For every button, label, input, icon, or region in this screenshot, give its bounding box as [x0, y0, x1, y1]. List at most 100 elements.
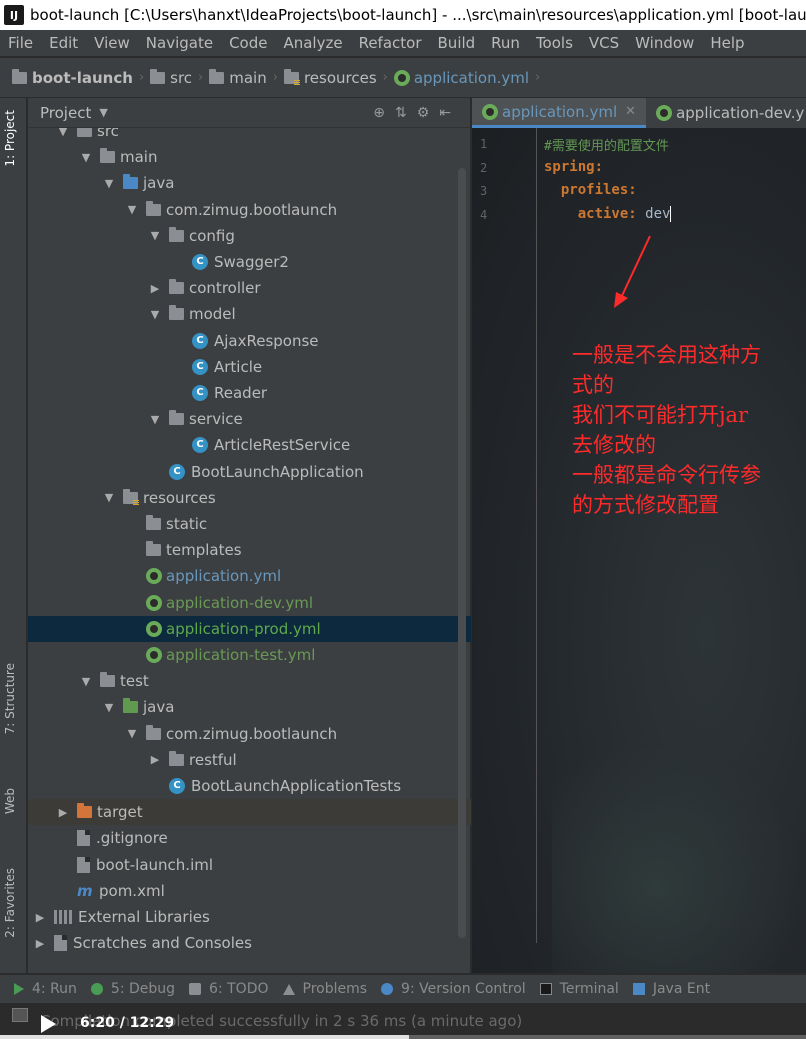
- menu-build[interactable]: Build: [430, 34, 484, 52]
- chevron-down-icon[interactable]: ▼: [101, 701, 117, 714]
- tree-item[interactable]: static: [28, 511, 471, 537]
- chevron-down-icon[interactable]: ▼: [124, 203, 140, 216]
- close-icon[interactable]: ✕: [625, 104, 636, 119]
- chevron-down-icon[interactable]: ▼: [101, 177, 117, 190]
- tree-item[interactable]: C ArticleRestService: [28, 432, 471, 458]
- test-folder-icon: [123, 698, 138, 714]
- tree-item[interactable]: ▼ com.zimug.bootlaunch: [28, 197, 471, 223]
- chevron-right-icon[interactable]: ▶: [147, 753, 163, 766]
- tree-item[interactable]: ▼ resources: [28, 485, 471, 511]
- menu-run[interactable]: Run: [483, 34, 528, 52]
- chevron-down-icon[interactable]: ▼: [147, 308, 163, 321]
- chevron-down-icon[interactable]: ▼: [55, 128, 71, 138]
- annotation-arrow-line: [619, 235, 651, 301]
- tool-window-debug[interactable]: 5: Debug: [90, 981, 175, 997]
- tree-item[interactable]: C AjaxResponse: [28, 328, 471, 354]
- project-view-selector[interactable]: Project: [40, 104, 91, 122]
- tree-item-label: BootLaunchApplication: [191, 462, 364, 481]
- chevron-down-icon[interactable]: ▼: [101, 491, 117, 504]
- tool-tab-web[interactable]: Web: [3, 788, 17, 814]
- menu-view[interactable]: View: [86, 34, 138, 52]
- yaml-file-icon: [146, 647, 162, 663]
- chevron-down-icon[interactable]: ▼: [78, 675, 94, 688]
- breadcrumb-src[interactable]: src: [150, 68, 192, 87]
- tree-item[interactable]: ▼ service: [28, 406, 471, 432]
- chevron-right-icon[interactable]: ▶: [55, 806, 71, 819]
- code-editor[interactable]: 1234 #需要使用的配置文件 spring: profiles: active:…: [472, 128, 806, 973]
- menu-navigate[interactable]: Navigate: [138, 34, 221, 52]
- chevron-right-icon[interactable]: ▶: [147, 282, 163, 295]
- breadcrumb-file[interactable]: application.yml: [393, 69, 529, 87]
- menu-refactor[interactable]: Refactor: [351, 34, 430, 52]
- menu-window[interactable]: Window: [627, 34, 702, 52]
- menu-tools[interactable]: Tools: [528, 34, 581, 52]
- tool-window-term[interactable]: Terminal: [539, 981, 619, 997]
- hide-panel-icon[interactable]: ⇤: [439, 105, 461, 121]
- collapse-all-icon[interactable]: ⇅: [395, 105, 417, 121]
- menu-help[interactable]: Help: [702, 34, 752, 52]
- tool-window-java[interactable]: Java Ent: [632, 981, 710, 997]
- tree-item[interactable]: application-dev.yml: [28, 590, 471, 616]
- chevron-right-icon[interactable]: ▶: [32, 937, 48, 950]
- tool-tab-structure[interactable]: 7: Structure: [3, 663, 17, 734]
- tree-scrollbar[interactable]: [458, 168, 466, 938]
- tree-item[interactable]: templates: [28, 537, 471, 563]
- menu-code[interactable]: Code: [221, 34, 275, 52]
- chevron-down-icon[interactable]: ▼: [147, 229, 163, 242]
- tree-item[interactable]: ▼ config: [28, 223, 471, 249]
- tree-item[interactable]: C Article: [28, 354, 471, 380]
- tree-item[interactable]: C Swagger2: [28, 249, 471, 275]
- tree-item[interactable]: ▶ target: [28, 799, 471, 826]
- tree-item[interactable]: boot-launch.iml: [28, 852, 471, 878]
- chevron-right-icon[interactable]: ▶: [32, 911, 48, 924]
- tree-item[interactable]: ▶ Scratches and Consoles: [28, 930, 471, 956]
- tree-item-label: External Libraries: [78, 908, 210, 926]
- tree-item[interactable]: C BootLaunchApplicationTests: [28, 773, 471, 799]
- breadcrumb-resources[interactable]: resources: [283, 68, 377, 87]
- menu-vcs[interactable]: VCS: [581, 34, 627, 52]
- tree-item[interactable]: ▼ src: [28, 128, 471, 144]
- tree-item[interactable]: ▼ com.zimug.bootlaunch: [28, 721, 471, 747]
- tree-item[interactable]: C BootLaunchApplication: [28, 459, 471, 485]
- tool-window-run[interactable]: 4: Run: [14, 981, 77, 997]
- file-icon: [77, 856, 90, 873]
- gear-icon[interactable]: ⚙: [417, 105, 440, 121]
- tree-item[interactable]: ▼ model: [28, 301, 471, 327]
- tree-item[interactable]: application.yml: [28, 563, 471, 589]
- tree-item[interactable]: .gitignore: [28, 825, 471, 851]
- tree-item[interactable]: ▶ restful: [28, 747, 471, 773]
- chevron-down-icon[interactable]: ▼: [78, 151, 94, 164]
- tree-item[interactable]: ▼ java: [28, 170, 471, 196]
- tree-item[interactable]: ▼ java: [28, 694, 471, 720]
- tool-tab-project[interactable]: 1: Project: [3, 110, 17, 167]
- play-icon[interactable]: [41, 1015, 56, 1033]
- tool-window-problems[interactable]: Problems: [282, 981, 367, 997]
- menu-edit[interactable]: Edit: [41, 34, 86, 52]
- tree-item[interactable]: ▶ controller: [28, 275, 471, 301]
- tool-window-vcs[interactable]: 9: Version Control: [381, 981, 526, 997]
- chevron-down-icon[interactable]: ▼: [147, 413, 163, 426]
- chevron-down-icon[interactable]: ▼: [99, 106, 107, 119]
- intellij-logo-icon: IJ: [4, 5, 24, 25]
- tool-window-todo[interactable]: 6: TODO: [189, 981, 269, 997]
- tool-tab-favorites[interactable]: 2: Favorites: [3, 868, 17, 938]
- tree-item[interactable]: m pom.xml: [28, 878, 471, 904]
- editor-tab[interactable]: application-dev.y: [646, 98, 806, 128]
- tree-item[interactable]: application-prod.yml: [28, 615, 471, 642]
- video-progress-track[interactable]: [0, 1035, 806, 1039]
- tree-item[interactable]: ▶ External Libraries: [28, 904, 471, 930]
- project-panel-header: Project ▼ ⊕⇅⚙⇤: [28, 98, 471, 128]
- tree-item-label: controller: [189, 279, 261, 298]
- menu-analyze[interactable]: Analyze: [275, 34, 350, 52]
- tree-item[interactable]: ▼ main: [28, 144, 471, 170]
- tree-item[interactable]: ▼ test: [28, 668, 471, 694]
- breadcrumb-main[interactable]: main: [209, 68, 267, 87]
- tree-item[interactable]: application-test.yml: [28, 642, 471, 668]
- annotation-arrow-head: [614, 292, 628, 308]
- tree-item[interactable]: C Reader: [28, 380, 471, 406]
- breadcrumb-project[interactable]: boot-launch: [12, 68, 133, 87]
- editor-tab[interactable]: application.yml ✕: [472, 98, 647, 128]
- chevron-down-icon[interactable]: ▼: [124, 727, 140, 740]
- menu-file[interactable]: File: [0, 34, 41, 52]
- locate-icon[interactable]: ⊕: [373, 105, 395, 121]
